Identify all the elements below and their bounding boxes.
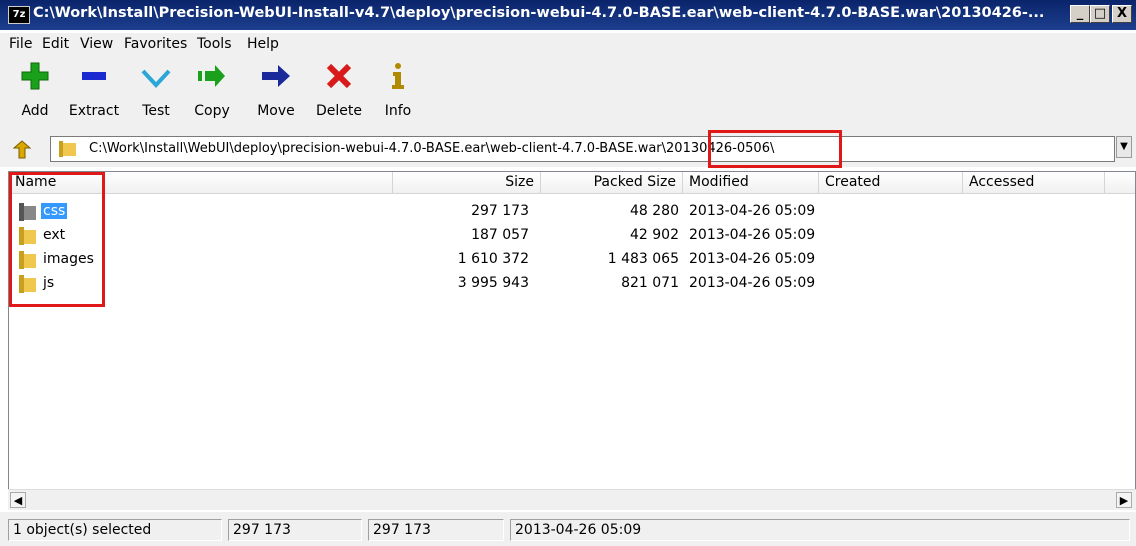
test-button[interactable]: Test (136, 61, 176, 119)
table-row[interactable]: js 3 995 943 821 071 2013-04-26 05:09 (9, 273, 1135, 296)
title-bar: 7z C:\Work\Install\Precision-WebUI-Insta… (0, 0, 1136, 30)
status-size: 297 173 (228, 519, 362, 541)
file-list[interactable]: Name Size Packed Size Modified Created A… (8, 171, 1136, 510)
folder-icon (59, 141, 76, 157)
extract-button[interactable]: Extract (66, 61, 122, 119)
row-packed-size: 1 483 065 (607, 251, 679, 267)
window-title: C:\Work\Install\Precision-WebUI-Install-… (33, 5, 1043, 21)
table-row[interactable]: images 1 610 372 1 483 065 2013-04-26 05… (9, 249, 1135, 272)
menu-favorites[interactable]: Favorites (124, 36, 187, 52)
status-selection: 1 object(s) selected (8, 519, 222, 541)
table-row[interactable]: ext 187 057 42 902 2013-04-26 05:09 (9, 225, 1135, 248)
toolbar: Add Extract Test Copy Move Delete Info (0, 57, 1136, 131)
table-row[interactable]: css 297 173 48 280 2013-04-26 05:09 (9, 201, 1135, 224)
column-header-name[interactable]: Name (9, 172, 393, 194)
plus-icon (18, 61, 52, 97)
minimize-button[interactable]: _ (1070, 5, 1090, 23)
row-modified: 2013-04-26 05:09 (689, 203, 816, 219)
menu-help[interactable]: Help (247, 36, 279, 52)
column-header-packed-size[interactable]: Packed Size (541, 172, 683, 194)
copy-button[interactable]: Copy (190, 61, 234, 119)
status-modified: 2013-04-26 05:09 (510, 519, 1130, 541)
row-size: 297 173 (471, 203, 529, 219)
copy-label: Copy (194, 103, 230, 119)
row-name: js (43, 275, 55, 291)
folder-icon (19, 227, 37, 245)
status-bar: 1 object(s) selected 297 173 297 173 201… (0, 512, 1136, 546)
info-icon (382, 61, 414, 97)
app-icon: 7z (8, 6, 30, 24)
menu-view[interactable]: View (80, 36, 113, 52)
path-text: C:\Work\Install\WebUI\deploy\precision-w… (89, 141, 775, 156)
folder-icon (19, 251, 37, 269)
folder-icon (19, 275, 37, 293)
row-packed-size: 821 071 (621, 275, 679, 291)
delete-button[interactable]: Delete (314, 61, 364, 119)
row-modified: 2013-04-26 05:09 (689, 275, 816, 291)
status-packed-size: 297 173 (368, 519, 504, 541)
horizontal-scrollbar[interactable]: ◀ ▶ (8, 489, 1136, 510)
column-header-created[interactable]: Created (819, 172, 963, 194)
info-button[interactable]: Info (382, 61, 414, 119)
path-input[interactable]: C:\Work\Install\WebUI\deploy\precision-w… (50, 136, 1115, 162)
row-size: 187 057 (471, 227, 529, 243)
maximize-button[interactable]: □ (1090, 5, 1110, 23)
test-label: Test (142, 103, 170, 119)
row-modified: 2013-04-26 05:09 (689, 227, 816, 243)
row-name: css (41, 203, 68, 219)
delete-label: Delete (316, 103, 362, 119)
scroll-left-icon[interactable]: ◀ (10, 492, 26, 508)
row-packed-size: 42 902 (630, 227, 679, 243)
chevron-down-icon: ▼ (1120, 141, 1128, 152)
scroll-right-icon[interactable]: ▶ (1116, 492, 1132, 508)
copy-arrow-icon (190, 61, 234, 97)
menu-tools[interactable]: Tools (197, 36, 232, 52)
extract-label: Extract (68, 103, 120, 119)
row-modified: 2013-04-26 05:09 (689, 251, 816, 267)
move-button[interactable]: Move (254, 61, 298, 119)
menu-edit[interactable]: Edit (42, 36, 69, 52)
row-name: images (43, 251, 94, 267)
folder-icon (19, 203, 37, 221)
check-icon (136, 61, 176, 97)
folder-up-icon[interactable] (12, 140, 32, 165)
move-label: Move (257, 103, 295, 119)
row-name: ext (43, 227, 66, 243)
path-dropdown-button[interactable]: ▼ (1116, 136, 1132, 158)
menu-bar: File Edit View Favorites Tools Help (0, 33, 1136, 57)
column-header-empty (1105, 172, 1135, 194)
address-bar: C:\Work\Install\WebUI\deploy\precision-w… (0, 131, 1136, 167)
move-arrow-icon (254, 61, 298, 97)
add-label: Add (21, 103, 49, 119)
column-header-size[interactable]: Size (393, 172, 541, 194)
column-header-accessed[interactable]: Accessed (963, 172, 1105, 194)
close-button[interactable]: X (1112, 5, 1132, 23)
delete-x-icon (314, 61, 364, 97)
menu-file[interactable]: File (9, 36, 32, 52)
minus-icon (66, 61, 122, 97)
info-label: Info (384, 103, 412, 119)
row-size: 1 610 372 (457, 251, 529, 267)
add-button[interactable]: Add (18, 61, 52, 119)
row-size: 3 995 943 (457, 275, 529, 291)
column-header-modified[interactable]: Modified (683, 172, 819, 194)
row-packed-size: 48 280 (630, 203, 679, 219)
